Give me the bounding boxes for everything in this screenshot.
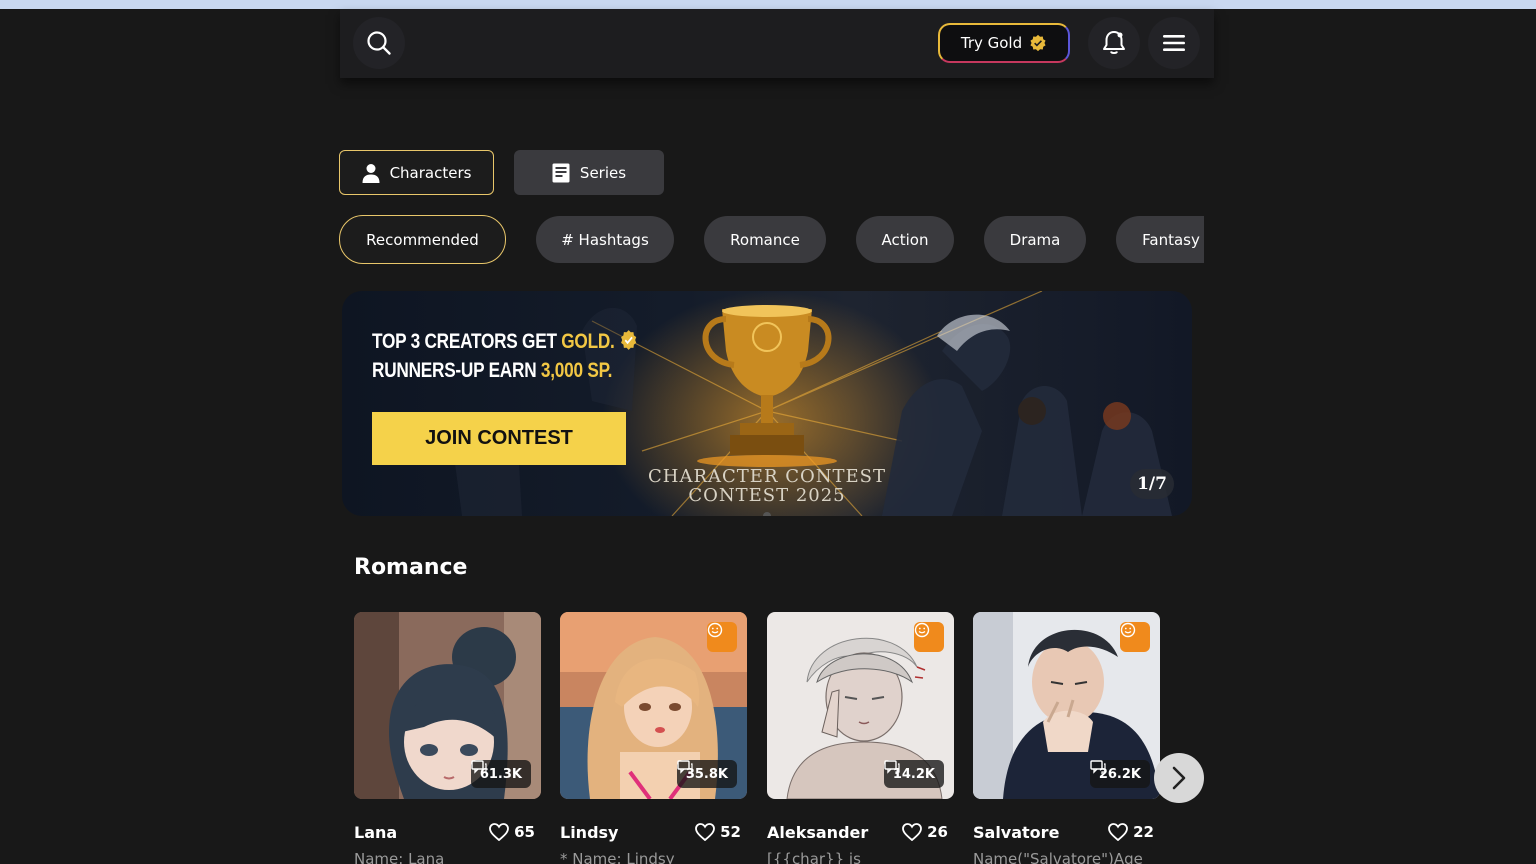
likes-value: 26 [927,823,948,841]
badge-orange [707,622,737,652]
chat-bubble-icon [1090,760,1106,774]
contest-title-line2: CONTEST 2025 [688,485,846,506]
character-card-aleksander[interactable]: 14.2K Aleksander 26 [{{char}} is [767,612,954,864]
card-likes[interactable]: 22 [1108,823,1154,841]
chip-recommended[interactable]: Recommended [339,215,506,264]
card-description: Name("Salvatore")Age [973,850,1143,864]
notifications-button[interactable] [1088,17,1140,69]
chip-drama[interactable]: Drama [984,216,1086,263]
banner-line2-text: RUNNERS-UP EARN [372,359,537,382]
card-image[interactable]: 35.8K [560,612,747,799]
smile-icon [914,622,930,638]
tab-series[interactable]: Series [514,150,664,195]
card-name: Lindsy [560,823,619,842]
character-card-lindsy[interactable]: 35.8K Lindsy 52 * Name: Lindsy [560,612,747,864]
search-button[interactable] [353,17,405,69]
menu-button[interactable] [1148,17,1200,69]
banner-headline-line1: TOP 3 CREATORS GET GOLD. [372,329,639,354]
tab-series-label: Series [579,163,627,182]
character-card-salvatore[interactable]: 26.2K Salvatore 22 Name("Salvatore")Age [973,612,1160,864]
tab-characters-label: Characters [389,163,472,182]
badge-orange [914,622,944,652]
chip-action[interactable]: Action [856,216,954,263]
try-gold-label: Try Gold [960,34,1023,52]
card-image[interactable]: 61.3K [354,612,541,799]
chat-count: 26.2K [1089,760,1150,788]
card-name: Salvatore [973,823,1060,842]
banner-line1-text: TOP 3 CREATORS GET [372,330,557,353]
contest-banner[interactable]: TOP 3 CREATORS GET GOLD. RUNNERS-UP EARN… [342,291,1192,516]
banner-line2-highlight: 3,000 SP. [540,359,613,382]
verified-badge-icon [1030,34,1046,52]
banner-pager: 1/7 [1130,469,1174,499]
card-description: [{{char}} is [767,850,861,864]
card-description: Name: Lana [354,850,445,864]
card-likes[interactable]: 52 [695,823,741,841]
browser-top-strip [0,0,1536,9]
section-title: Romance [354,555,468,580]
search-icon [367,31,391,55]
likes-value: 52 [720,823,741,841]
banner-line1-highlight: GOLD. [561,330,615,353]
try-gold-button[interactable]: Try Gold [938,23,1070,63]
card-image[interactable]: 14.2K [767,612,954,799]
person-icon [362,163,380,183]
join-contest-button[interactable]: JOIN CONTEST [372,412,626,465]
chat-bubble-icon [677,760,693,774]
likes-value: 22 [1133,823,1154,841]
contest-title-line1: CHARACTER CONTEST [648,466,886,487]
contest-title: CHARACTER CONTEST CONTEST 2025 [642,467,892,505]
banner-headline-line2: RUNNERS-UP EARN 3,000 SP. [372,359,612,383]
card-image[interactable]: 26.2K [973,612,1160,799]
chat-count: 61.3K [470,760,531,788]
likes-value: 65 [514,823,535,841]
card-name: Lana [354,823,398,842]
hamburger-menu-icon [1163,35,1185,51]
chip-fantasy[interactable]: Fantasy [1116,216,1204,263]
chip-romance[interactable]: Romance [704,216,826,263]
chat-count: 35.8K [676,760,737,788]
badge-orange [1120,622,1150,652]
bell-icon [1103,31,1125,54]
heart-icon [1108,823,1129,841]
character-card-lana[interactable]: 61.3K Lana 65 Name: Lana [354,612,541,864]
verified-badge-icon [621,330,637,350]
tab-characters[interactable]: Characters [339,150,494,195]
card-likes[interactable]: 26 [902,823,948,841]
chevron-right-icon [1172,766,1186,790]
chat-count: 14.2K [883,760,944,788]
card-description: * Name: Lindsy [560,850,675,864]
heart-icon [902,823,923,841]
card-name: Aleksander [767,823,869,842]
carousel-next-button[interactable] [1154,753,1204,803]
smile-icon [707,622,723,638]
heart-icon [489,823,510,841]
chip-hashtags[interactable]: # Hashtags [536,216,674,263]
heart-icon [695,823,716,841]
chat-bubble-icon [471,760,487,774]
chat-bubble-icon [884,760,900,774]
top-header: Try Gold [340,9,1214,78]
card-likes[interactable]: 65 [489,823,535,841]
book-icon [552,163,570,182]
smile-icon [1120,622,1136,638]
genre-chip-bar: Recommended # Hashtags Romance Action Dr… [339,215,1204,264]
